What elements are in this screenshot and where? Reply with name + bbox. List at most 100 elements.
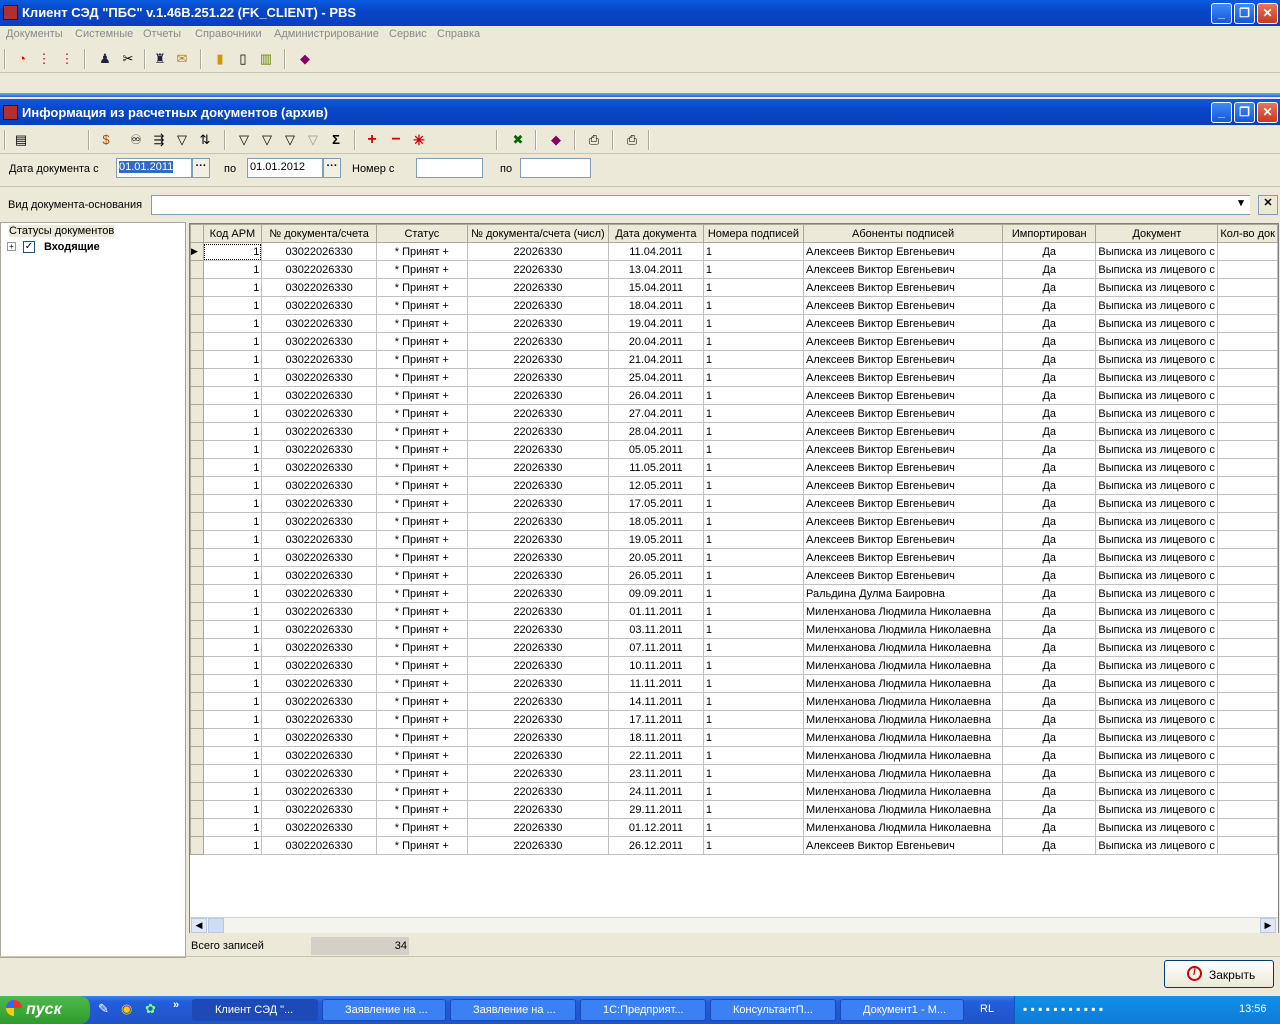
table-cell[interactable]: 1 <box>203 836 263 855</box>
filter-equals-icon[interactable]: ▽ <box>234 130 254 150</box>
table-cell[interactable]: 22026330 <box>467 314 610 333</box>
table-cell[interactable]: * Принят + <box>376 458 468 477</box>
table-cell[interactable] <box>1217 764 1278 783</box>
table-cell[interactable]: 03022026330 <box>261 728 377 747</box>
table-cell[interactable]: Миленханова Людмила Николаевна <box>803 746 1004 765</box>
table-cell[interactable]: 1 <box>203 548 263 567</box>
table-cell[interactable]: 22026330 <box>467 692 610 711</box>
table-cell[interactable]: 03022026330 <box>261 764 377 783</box>
table-row[interactable]: 1 03022026330 * Принят +22026330 05.05.2011… <box>190 440 1278 459</box>
scroll-right-icon[interactable]: ▶ <box>1260 918 1276 933</box>
table-cell[interactable] <box>1217 242 1278 261</box>
header-cell[interactable]: Абоненты подписей <box>803 224 1004 243</box>
table-cell[interactable]: Алексеев Виктор Евгеньевич <box>803 260 1004 279</box>
table-cell[interactable]: Выписка из лицевого с <box>1095 692 1219 711</box>
table-cell[interactable]: 1 <box>703 764 805 783</box>
table-cell[interactable]: 1 <box>203 440 263 459</box>
table-cell[interactable] <box>1217 692 1278 711</box>
table-cell[interactable]: 24.11.2011 <box>608 782 704 801</box>
table-cell[interactable]: Да <box>1002 782 1097 801</box>
table-row[interactable]: 1 03022026330 * Принят +22026330 13.04.2011… <box>190 260 1278 279</box>
table-cell[interactable]: 22026330 <box>467 260 610 279</box>
table-cell[interactable]: * Принят + <box>376 656 468 675</box>
restore-button[interactable]: ❐ <box>1234 3 1255 24</box>
table-cell[interactable]: * Принят + <box>376 782 468 801</box>
table-cell[interactable]: Миленханова Людмила Николаевна <box>803 656 1004 675</box>
table-cell[interactable]: 1 <box>703 584 805 603</box>
asterisk-icon[interactable]: ✳ <box>409 130 429 150</box>
table-cell[interactable]: * Принят + <box>376 746 468 765</box>
task-client-sed[interactable]: Клиент СЭД "... <box>192 999 318 1021</box>
table-cell[interactable] <box>1217 440 1278 459</box>
table-row[interactable]: 1 03022026330 * Принят +22026330 01.11.2011… <box>190 602 1278 621</box>
table-cell[interactable]: 1 <box>203 728 263 747</box>
quicklaunch-more-icon[interactable]: » <box>173 999 179 1011</box>
table-row[interactable]: 1 03022026330 * Принят +22026330 17.05.2011… <box>190 494 1278 513</box>
table-cell[interactable]: Миленханова Людмила Николаевна <box>803 674 1004 693</box>
table-cell[interactable]: * Принят + <box>376 368 468 387</box>
table-cell[interactable] <box>1217 296 1278 315</box>
table-cell[interactable]: * Принят + <box>376 278 468 297</box>
header-cell[interactable]: Документ <box>1095 224 1219 243</box>
row-indicator[interactable] <box>190 440 204 459</box>
table-cell[interactable]: 03022026330 <box>261 296 377 315</box>
table-cell[interactable]: 07.11.2011 <box>608 638 704 657</box>
table-cell[interactable]: 25.04.2011 <box>608 368 704 387</box>
table-cell[interactable]: Выписка из лицевого с <box>1095 656 1219 675</box>
table-cell[interactable]: 03022026330 <box>261 458 377 477</box>
table-cell[interactable]: 03022026330 <box>261 692 377 711</box>
basis-doc-select[interactable] <box>151 195 1250 215</box>
table-cell[interactable]: 03022026330 <box>261 620 377 639</box>
refresh-icon[interactable]: $ <box>96 130 116 150</box>
child-close-button[interactable]: ✕ <box>1257 102 1278 123</box>
table-cell[interactable]: Миленханова Людмила Николаевна <box>803 692 1004 711</box>
table-cell[interactable]: 1 <box>703 242 805 261</box>
table-cell[interactable]: * Принят + <box>376 332 468 351</box>
table-cell[interactable]: * Принят + <box>376 350 468 369</box>
header-cell[interactable]: № документа/счета (числ) <box>466 224 610 243</box>
table-cell[interactable]: Алексеев Виктор Евгеньевич <box>803 242 1004 261</box>
table-cell[interactable] <box>1217 278 1278 297</box>
table-cell[interactable]: 22026330 <box>467 800 610 819</box>
table-cell[interactable]: 03022026330 <box>261 584 377 603</box>
table-cell[interactable]: Миленханова Людмила Николаевна <box>803 782 1004 801</box>
table-cell[interactable]: Да <box>1002 278 1097 297</box>
close-button[interactable]: / Закрыть <box>1164 960 1274 988</box>
table-cell[interactable]: 03022026330 <box>261 476 377 495</box>
table-cell[interactable]: 22026330 <box>467 566 610 585</box>
add-icon[interactable]: + <box>362 130 382 150</box>
table-cell[interactable]: Да <box>1002 800 1097 819</box>
table-cell[interactable] <box>1217 782 1278 801</box>
table-cell[interactable] <box>1217 602 1278 621</box>
table-cell[interactable]: Да <box>1002 566 1097 585</box>
table-cell[interactable]: 22.11.2011 <box>608 746 704 765</box>
table-cell[interactable] <box>1217 800 1278 819</box>
header-cell[interactable]: Статус <box>375 224 468 243</box>
table-row[interactable]: 1 03022026330 * Принят +22026330 18.11.2011… <box>190 728 1278 747</box>
table-cell[interactable]: 22026330 <box>467 422 610 441</box>
row-indicator[interactable] <box>190 728 204 747</box>
table-cell[interactable]: 26.05.2011 <box>608 566 704 585</box>
table-cell[interactable]: Выписка из лицевого с <box>1095 260 1219 279</box>
table-cell[interactable]: Алексеев Виктор Евгеньевич <box>803 332 1004 351</box>
table-cell[interactable]: 03022026330 <box>261 710 377 729</box>
table-cell[interactable]: 1 <box>703 602 805 621</box>
table-cell[interactable]: 1 <box>703 350 805 369</box>
table-cell[interactable]: Миленханова Людмила Николаевна <box>803 728 1004 747</box>
table-cell[interactable]: Алексеев Виктор Евгеньевич <box>803 494 1004 513</box>
table-cell[interactable]: 22026330 <box>467 458 610 477</box>
table-cell[interactable]: 22026330 <box>467 548 610 567</box>
table-cell[interactable] <box>1217 710 1278 729</box>
table-row[interactable]: 1 03022026330 * Принят +22026330 03.11.2011… <box>190 620 1278 639</box>
table-row[interactable]: 1 03022026330 * Принят +22026330 27.04.2011… <box>190 404 1278 423</box>
row-indicator[interactable] <box>190 494 204 513</box>
table-cell[interactable]: 1 <box>203 530 263 549</box>
table-cell[interactable]: * Принят + <box>376 836 468 855</box>
filter-icon[interactable]: ▽ <box>172 130 192 150</box>
row-indicator[interactable] <box>190 350 204 369</box>
table-cell[interactable]: * Принят + <box>376 296 468 315</box>
table-cell[interactable]: 1 <box>703 818 805 837</box>
table-cell[interactable]: Да <box>1002 260 1097 279</box>
table-cell[interactable] <box>1217 566 1278 585</box>
print-icon[interactable]: ⎙ <box>622 130 642 150</box>
